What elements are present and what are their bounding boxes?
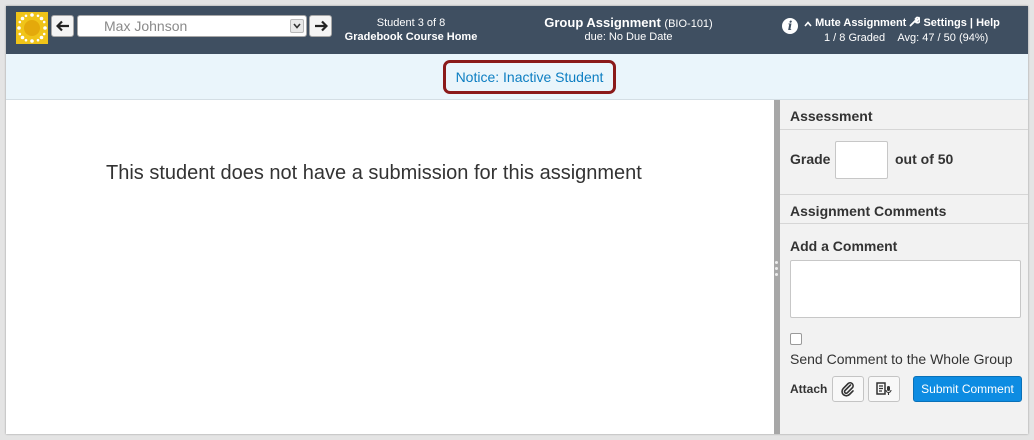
course-code: (BIO-101): [664, 18, 713, 30]
assessment-header: Assessment: [780, 100, 1028, 130]
grip-dot: [775, 267, 778, 270]
points-possible: out of 50: [895, 151, 954, 167]
link-separator: |: [969, 17, 973, 29]
mute-assignment-link[interactable]: Mute Assignment: [804, 17, 906, 29]
settings-link[interactable]: Settings: [909, 16, 967, 29]
info-icon[interactable]: i: [782, 18, 798, 34]
grip-dot: [775, 273, 778, 276]
grade-input[interactable]: [835, 141, 888, 179]
media-comment-button[interactable]: [868, 376, 900, 402]
student-name: Max Johnson: [104, 18, 188, 34]
assignment-title: Group Assignment (BIO-101): [521, 15, 736, 30]
inactive-student-notice[interactable]: Notice: Inactive Student: [443, 69, 616, 85]
canvas-logo-icon[interactable]: [16, 12, 48, 44]
wrench-icon: [909, 16, 922, 27]
arrow-right-icon: [314, 20, 328, 32]
arrow-left-icon: [55, 20, 69, 32]
student-count: Student 3 of 8: [376, 17, 446, 29]
settings-label: Settings: [923, 17, 967, 29]
average-score: Avg: 47 / 50 (94%): [897, 32, 989, 44]
grading-panel: Assessment Grade out of 50 Assignment Co…: [780, 100, 1028, 434]
assignment-name: Group Assignment: [544, 15, 661, 30]
attach-label: Attach: [790, 382, 828, 396]
next-student-button[interactable]: [309, 15, 332, 37]
speedgrader-window: Max Johnson Student 3 of 8 Gradebook Cou…: [6, 6, 1028, 434]
mute-assignment-label: Mute Assignment: [815, 17, 907, 29]
add-comment-label: Add a Comment: [790, 238, 898, 254]
attach-file-button[interactable]: [832, 376, 864, 402]
student-select[interactable]: Max Johnson: [77, 15, 307, 37]
assignment-comments-header: Assignment Comments: [780, 194, 1028, 224]
graded-count: 1 / 8 Graded: [824, 32, 886, 44]
due-date: due: No Due Date: [584, 31, 673, 43]
submission-area: This student does not have a submission …: [6, 100, 774, 434]
chevron-up-icon: [804, 21, 812, 27]
previous-student-button[interactable]: [51, 15, 74, 37]
chevron-down-icon: [290, 19, 304, 33]
grading-stats: 1 / 8 Graded Avg: 47 / 50 (94%): [824, 32, 988, 44]
gradebook-course-home-link[interactable]: Gradebook Course Home: [341, 31, 481, 43]
send-to-group-label: Send Comment to the Whole Group: [790, 351, 1013, 367]
grip-dot: [775, 261, 778, 264]
header-links: Mute Assignment Settings | Help: [804, 16, 1000, 29]
grade-label: Grade: [790, 151, 831, 167]
notice-bar: Notice: Inactive Student: [6, 54, 1028, 100]
speedgrader-header: Max Johnson Student 3 of 8 Gradebook Cou…: [6, 6, 1028, 54]
paperclip-icon: [841, 382, 854, 397]
submit-comment-button[interactable]: Submit Comment: [913, 376, 1022, 402]
media-comment-icon: [876, 382, 892, 395]
no-submission-message: This student does not have a submission …: [106, 162, 642, 184]
help-link[interactable]: Help: [976, 17, 1000, 29]
send-to-group-checkbox[interactable]: [790, 333, 802, 345]
comment-textarea[interactable]: [790, 260, 1021, 318]
